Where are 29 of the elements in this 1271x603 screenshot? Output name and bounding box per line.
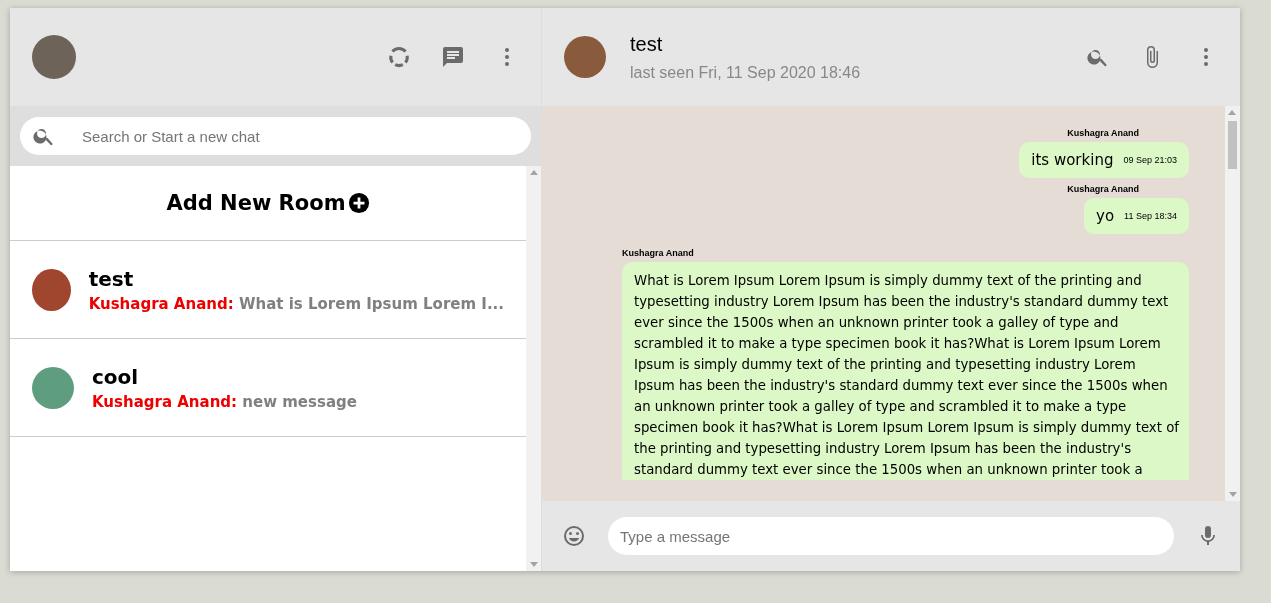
last-seen-text: last seen Fri, 11 Sep 2020 18:46 — [630, 63, 861, 82]
avatar-icon[interactable] — [564, 36, 606, 78]
chat-list-item[interactable]: cool Kushagra Anand: new message — [10, 339, 526, 437]
message-input[interactable]: Type a message — [608, 517, 1174, 555]
last-message-preview: Kushagra Anand: What is Lorem Ipsum Lorem I... — [88, 294, 504, 313]
status-ring-icon[interactable] — [387, 45, 411, 69]
emoji-icon[interactable] — [562, 524, 586, 548]
chat-name: cool — [92, 364, 140, 389]
add-room-button[interactable]: Add New Room — [160, 190, 376, 216]
message-time: 11 Sep 18:34 — [1124, 211, 1177, 221]
last-message-preview: Kushagra Anand: new message — [92, 392, 357, 411]
scrollbar[interactable] — [1225, 106, 1240, 501]
sender-name: Kushagra Anand — [1067, 184, 1139, 194]
search-field[interactable]: Search or Start a new chat — [20, 117, 531, 155]
plus-circle-icon — [347, 192, 370, 214]
avatar-icon — [32, 268, 71, 311]
sender-name: Kushagra Anand — [1067, 128, 1139, 138]
message-time: 09 Sep 21:03 — [1123, 155, 1177, 165]
chat-name: test — [88, 266, 135, 291]
message-text: its working — [1031, 151, 1114, 169]
avatar-icon — [32, 366, 74, 409]
message-text: yo — [1096, 207, 1115, 225]
sender-name: Kushagra Anand — [622, 248, 694, 258]
chat-title: test — [630, 32, 664, 56]
scrollbar[interactable] — [526, 166, 541, 571]
avatar-photo-placeholder[interactable] — [32, 35, 76, 79]
chat-icon[interactable] — [441, 45, 465, 69]
chat-list-item[interactable]: test Kushagra Anand: What is Lorem Ipsum Lorem I... — [10, 241, 526, 339]
message-bubble: What is Lorem Ipsum Lorem Ipsum is simply dummy text of the printing and typesetting industry Lorem Ipsum has been the industry's standard dummy text ever since the 1500s when an unknown printer took a galley of type and scrambled it to make a type specimen book it has?What is Lorem Ipsum Lorem Ipsum is simply dummy text of the printing and typesetting industry Lorem Ipsum has been the industry's standard dummy text ever since the 1500s when an unknown printer took a galley of type and scrambled it to make a type specimen book it has?What is Lorem Ipsum Lorem Ipsum is simply dummy text of the printing and typesetting industry Lorem Ipsum has been the industry's standard dummy text ever since the 1500s when an unknown printer took a — [622, 262, 1189, 480]
